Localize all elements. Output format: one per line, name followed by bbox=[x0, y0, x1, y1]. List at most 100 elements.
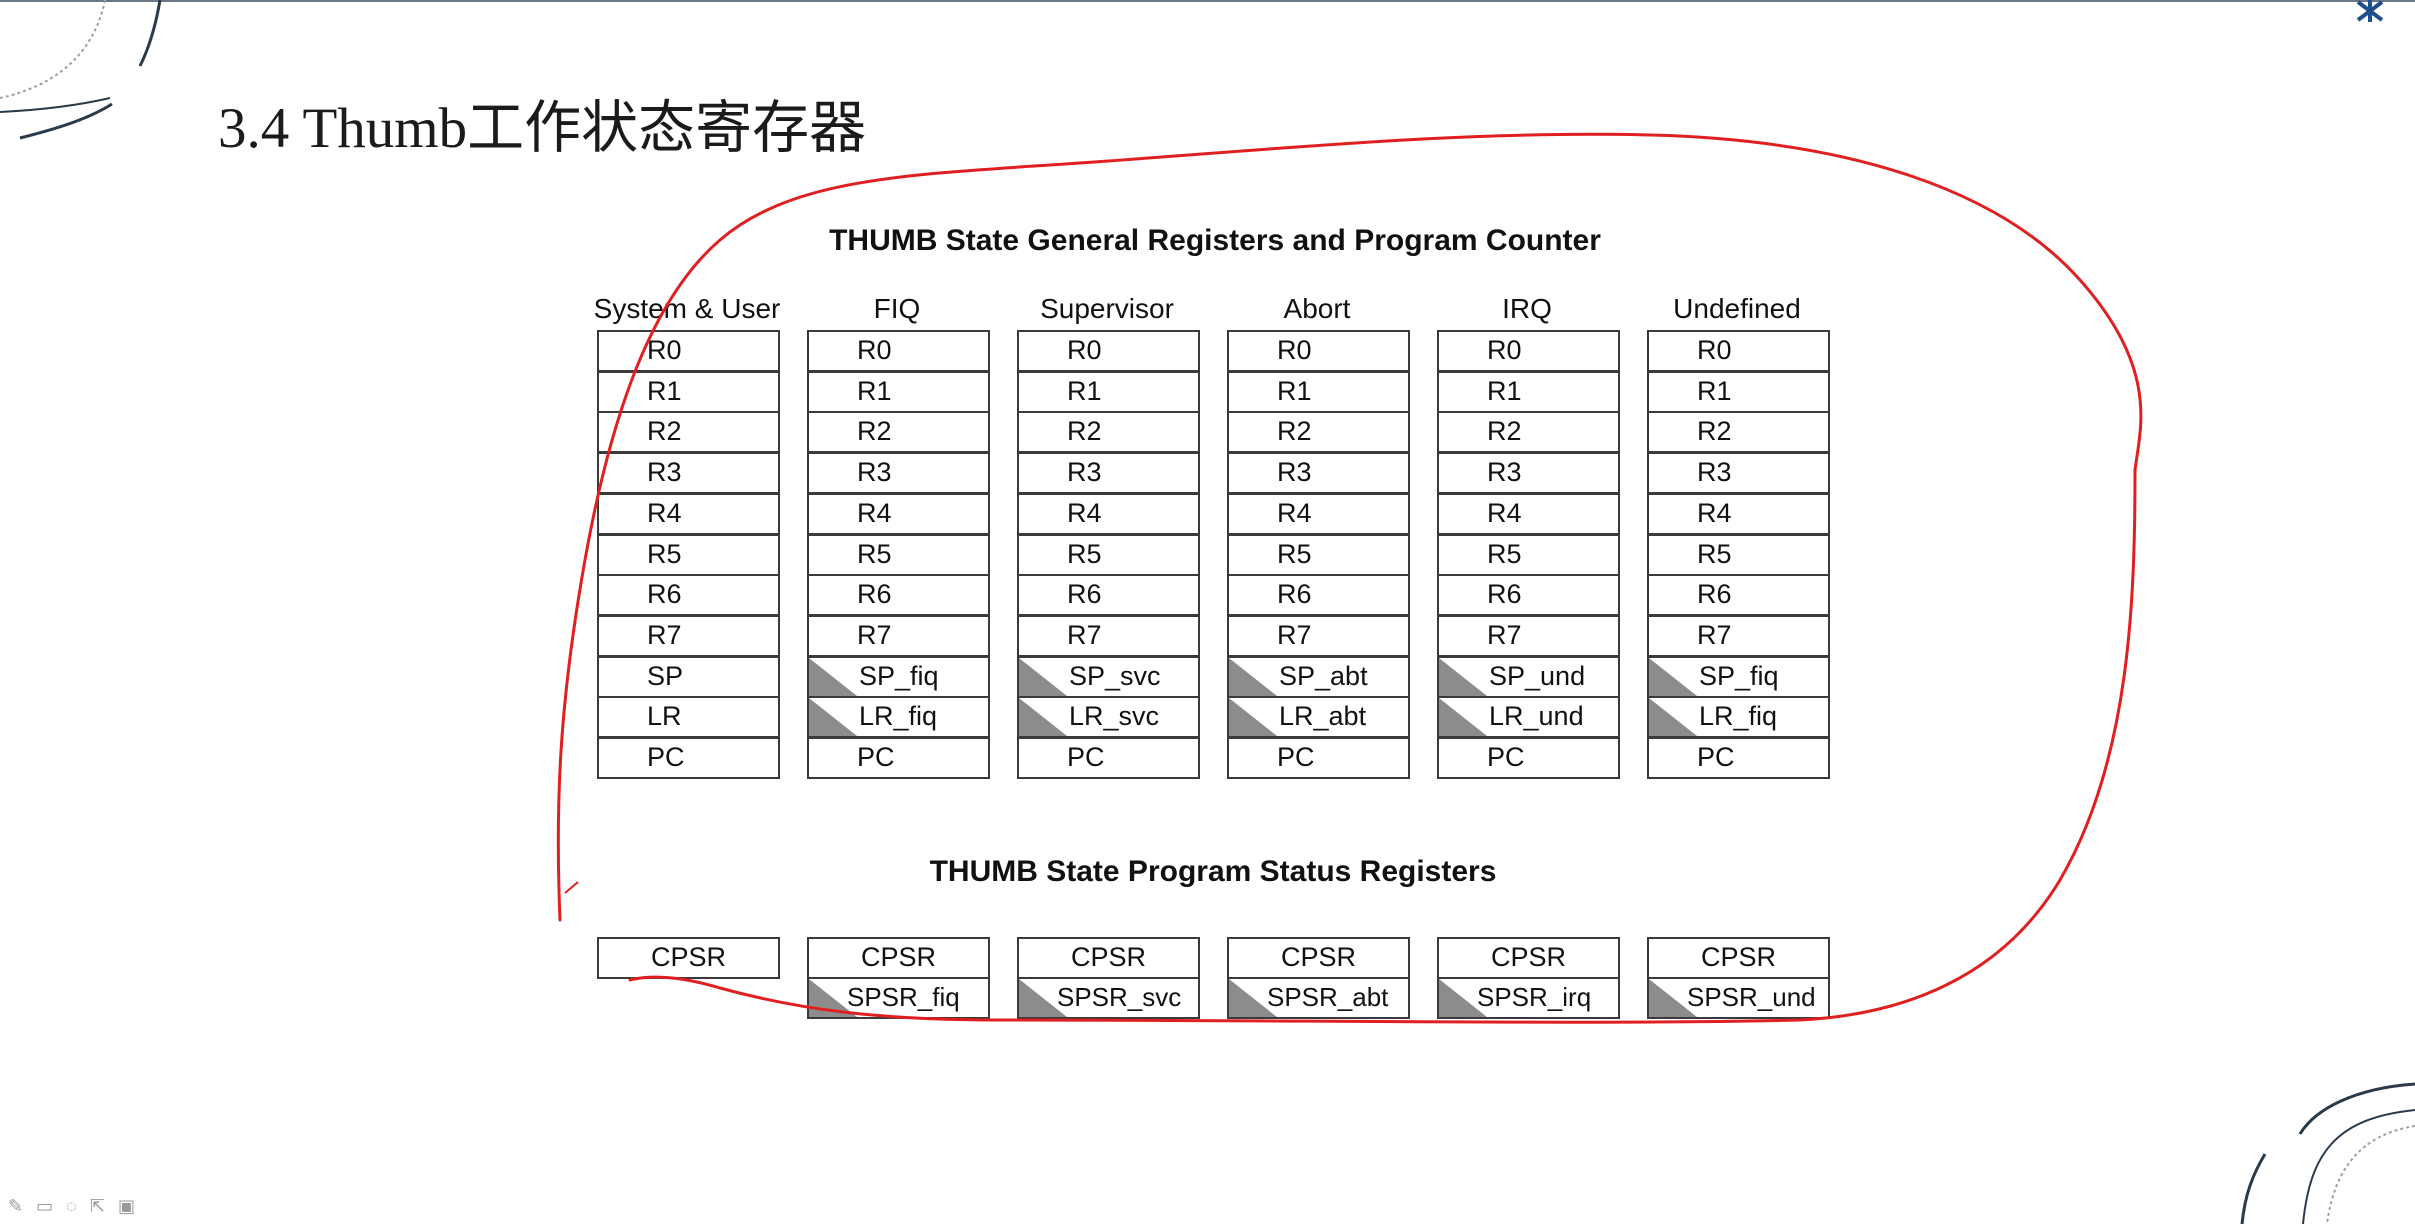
register-cell: R7 bbox=[1017, 615, 1200, 657]
status-register-label: CPSR bbox=[860, 942, 936, 972]
register-cell: R4 bbox=[597, 493, 780, 535]
register-cell: R2 bbox=[807, 411, 990, 453]
banked-marker bbox=[1229, 658, 1277, 696]
hand-drawn-annotation bbox=[556, 132, 2143, 1024]
register-label: SP_abt bbox=[1279, 661, 1368, 691]
register-label: PC bbox=[1277, 742, 1315, 772]
register-cell: R4 bbox=[1437, 493, 1620, 535]
register-cell: R7 bbox=[597, 615, 780, 657]
menu-icon[interactable]: ▣ bbox=[118, 1196, 139, 1216]
cpsr-cell: CPSR bbox=[1647, 937, 1830, 979]
cpsr-cell: CPSR bbox=[807, 937, 990, 979]
register-cell: PC bbox=[1437, 737, 1620, 779]
register-label: R3 bbox=[857, 457, 892, 487]
register-cell: R5 bbox=[807, 534, 990, 576]
register-cell: R7 bbox=[807, 615, 990, 657]
register-label: R6 bbox=[1067, 579, 1102, 609]
status-register-label: SPSR_fiq bbox=[847, 982, 960, 1012]
register-cell: SP_abt bbox=[1227, 656, 1410, 698]
status-register-label: SPSR_irq bbox=[1477, 982, 1592, 1012]
register-label: R7 bbox=[1697, 620, 1732, 650]
status-register-label: SPSR_abt bbox=[1267, 982, 1389, 1012]
top-divider bbox=[0, 0, 2415, 2]
banked-marker bbox=[1649, 658, 1697, 696]
register-label: R7 bbox=[647, 620, 682, 650]
register-label: R4 bbox=[1697, 498, 1732, 528]
highlighter-icon[interactable]: ▭ bbox=[36, 1196, 57, 1216]
banked-marker bbox=[1439, 658, 1487, 696]
register-label: R4 bbox=[1487, 498, 1522, 528]
register-cell: R7 bbox=[1227, 615, 1410, 657]
mode-header: System & User bbox=[593, 293, 781, 324]
register-label: R6 bbox=[857, 579, 892, 609]
register-label: R4 bbox=[647, 498, 682, 528]
register-cell: R3 bbox=[807, 452, 990, 494]
pen-icon[interactable]: ✎ bbox=[8, 1196, 27, 1216]
register-label: R0 bbox=[647, 335, 682, 365]
register-cell: PC bbox=[1647, 737, 1830, 779]
register-cell: R3 bbox=[597, 452, 780, 494]
register-label: PC bbox=[647, 742, 685, 772]
register-cell: R0 bbox=[597, 330, 780, 372]
register-label: SP_fiq bbox=[1699, 661, 1779, 691]
register-cell: R0 bbox=[1647, 330, 1830, 372]
register-label: R5 bbox=[1067, 539, 1102, 569]
register-label: R1 bbox=[1277, 376, 1312, 406]
eraser-icon[interactable]: ◌ bbox=[66, 1196, 81, 1216]
corner-decoration-bottom-right bbox=[2240, 1082, 2415, 1224]
register-label: R5 bbox=[647, 539, 682, 569]
register-cell: R0 bbox=[1227, 330, 1410, 372]
register-label: LR_fiq bbox=[1699, 701, 1778, 731]
register-cell: R7 bbox=[1647, 615, 1830, 657]
register-label: R3 bbox=[1487, 457, 1522, 487]
register-cell: R6 bbox=[1227, 574, 1410, 616]
register-cell: R6 bbox=[1437, 574, 1620, 616]
register-label: LR_und bbox=[1489, 701, 1584, 731]
pointer-icon[interactable]: ⇱ bbox=[90, 1196, 109, 1216]
register-label: R4 bbox=[1067, 498, 1102, 528]
register-cell: PC bbox=[1227, 737, 1410, 779]
register-label: R7 bbox=[857, 620, 892, 650]
spsr-cell: SPSR_und bbox=[1647, 977, 1830, 1019]
register-label: R5 bbox=[1277, 539, 1312, 569]
register-cell: R4 bbox=[1017, 493, 1200, 535]
register-label: LR_fiq bbox=[859, 701, 938, 731]
mode-header: IRQ bbox=[1502, 293, 1552, 324]
register-cell: R6 bbox=[597, 574, 780, 616]
snowflake-icon bbox=[2356, 0, 2384, 22]
cpsr-cell: CPSR bbox=[1017, 937, 1200, 979]
spsr-cell: SPSR_irq bbox=[1437, 977, 1620, 1019]
register-label: R3 bbox=[1697, 457, 1732, 487]
register-cell: R1 bbox=[597, 371, 780, 413]
register-cell: R7 bbox=[1437, 615, 1620, 657]
register-label: R3 bbox=[647, 457, 682, 487]
register-cell: R2 bbox=[1437, 411, 1620, 453]
register-label: R2 bbox=[1067, 416, 1102, 446]
register-label: R6 bbox=[1697, 579, 1732, 609]
status-registers-heading: THUMB State Program Status Registers bbox=[929, 855, 1497, 888]
register-cell: R1 bbox=[1227, 371, 1410, 413]
status-register-label: SPSR_und bbox=[1687, 982, 1816, 1012]
register-label: R1 bbox=[1487, 376, 1522, 406]
banked-marker bbox=[809, 698, 857, 736]
register-label: R3 bbox=[1067, 457, 1102, 487]
register-label: SP_und bbox=[1489, 661, 1586, 691]
register-cell: R3 bbox=[1017, 452, 1200, 494]
register-label: R2 bbox=[647, 416, 682, 446]
register-cell: R5 bbox=[1017, 534, 1200, 576]
banked-marker bbox=[809, 658, 857, 696]
register-label: R4 bbox=[1277, 498, 1312, 528]
slide-title: 3.4 Thumb工作状态寄存器 bbox=[218, 97, 867, 160]
register-label: R5 bbox=[1487, 539, 1522, 569]
register-label: R1 bbox=[857, 376, 892, 406]
register-cell: PC bbox=[1017, 737, 1200, 779]
register-label: R6 bbox=[647, 579, 682, 609]
register-cell: R5 bbox=[1437, 534, 1620, 576]
mode-header: FIQ bbox=[873, 293, 921, 324]
register-label: PC bbox=[1067, 742, 1105, 772]
register-cell: R6 bbox=[1017, 574, 1200, 616]
banked-marker bbox=[1439, 698, 1487, 736]
register-cell: R3 bbox=[1227, 452, 1410, 494]
register-label: LR_svc bbox=[1069, 701, 1160, 731]
register-label: R6 bbox=[1487, 579, 1522, 609]
